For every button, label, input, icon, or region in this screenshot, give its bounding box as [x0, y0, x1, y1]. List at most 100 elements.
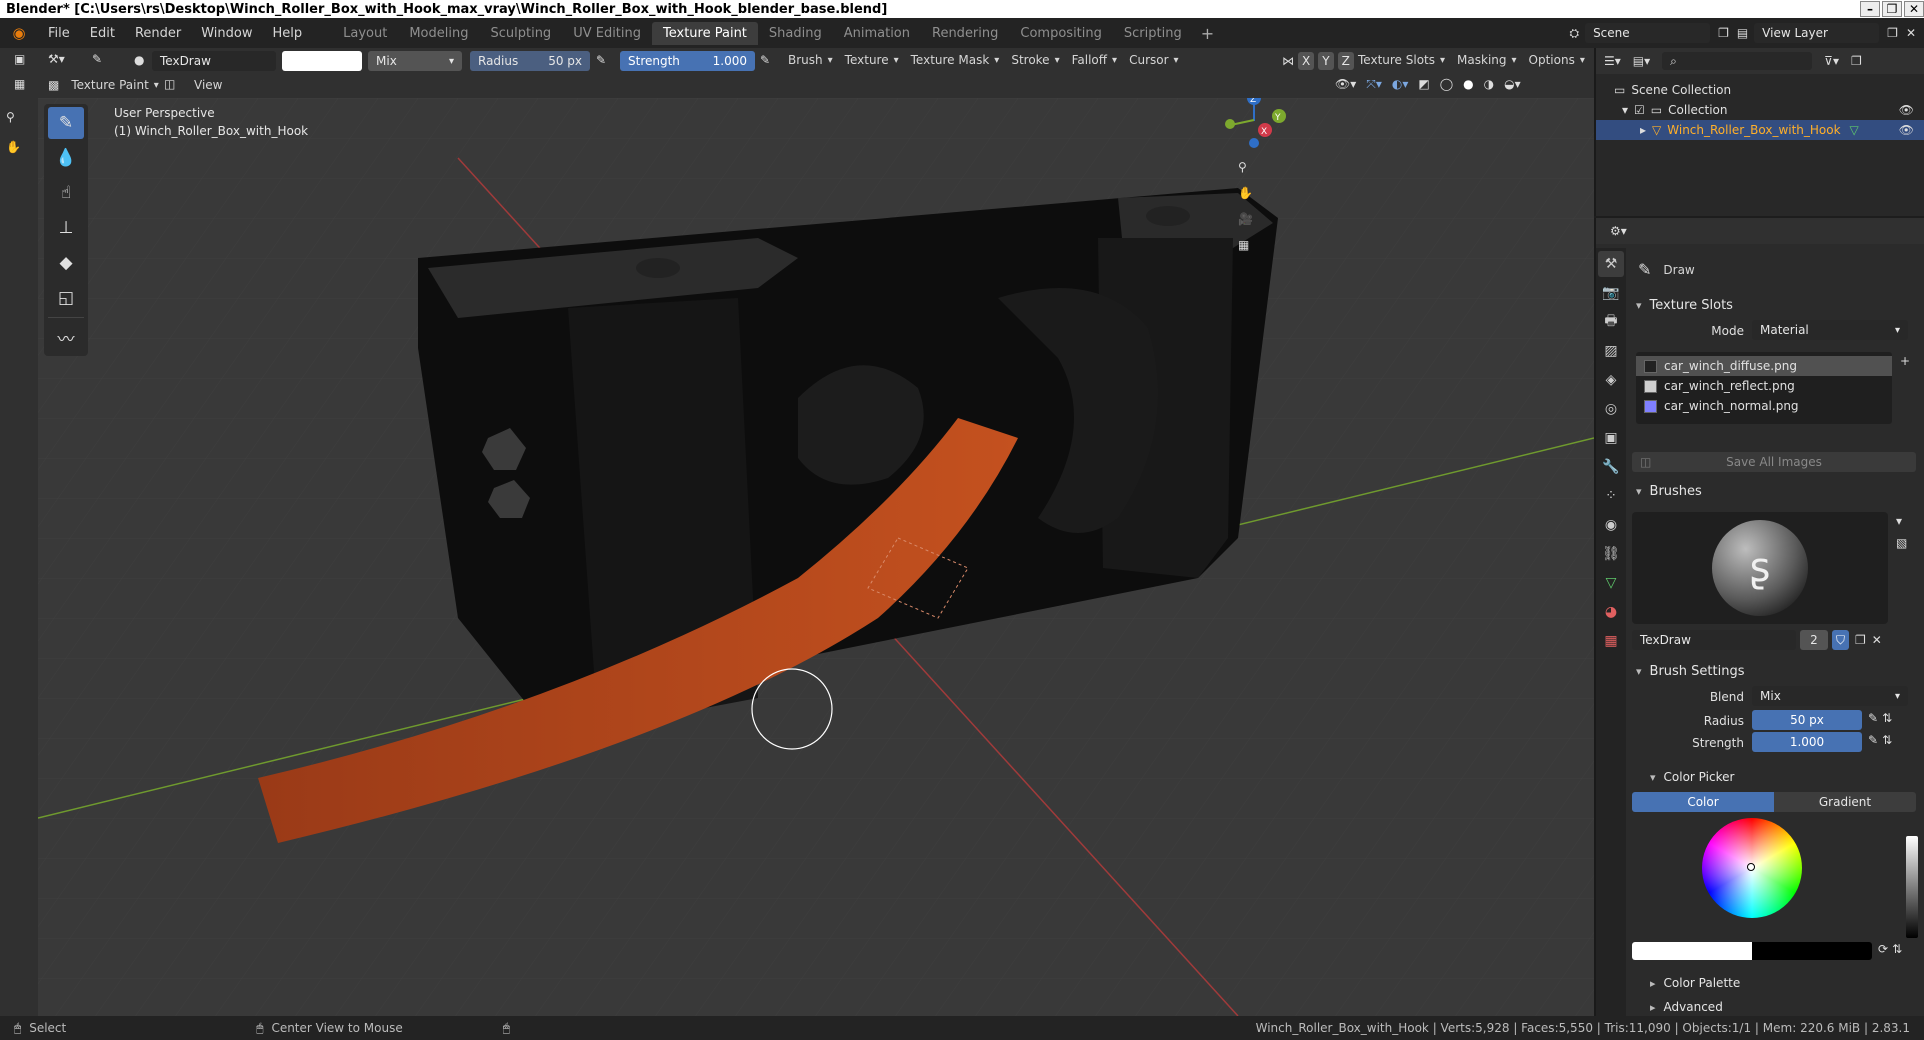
brush-color-swatch[interactable] — [282, 51, 362, 71]
texture-slots-panel-header[interactable]: Texture Slots — [1636, 298, 1733, 313]
tab-texture-paint[interactable]: Texture Paint — [652, 21, 758, 45]
display-mode-icon[interactable]: ▤▾ — [1633, 54, 1650, 68]
tab-uv-editing[interactable]: UV Editing — [562, 22, 652, 45]
texture-slot-item[interactable]: car_winch_diffuse.png — [1636, 356, 1892, 376]
slot-mode-dropdown[interactable]: Material ▾ — [1752, 320, 1908, 340]
outliner-scene-collection[interactable]: ▭ Scene Collection — [1596, 80, 1924, 100]
primary-color-swatch[interactable] — [1632, 942, 1752, 960]
add-workspace-icon[interactable]: + — [1193, 24, 1222, 43]
new-collection-icon[interactable]: ❐ — [1851, 54, 1862, 68]
tab-sculpting[interactable]: Sculpting — [479, 22, 562, 45]
tab-shading[interactable]: Shading — [758, 22, 833, 45]
gradient-mode-button[interactable]: Gradient — [1774, 792, 1916, 812]
view-menu[interactable]: View — [184, 78, 232, 92]
color-picker-subpanel-header[interactable]: Color Picker — [1650, 770, 1735, 784]
add-slot-icon[interactable]: + — [1900, 354, 1910, 369]
texture-menu[interactable]: Texture — [839, 51, 905, 69]
duplicate-brush-icon[interactable]: ❐ — [1855, 633, 1866, 647]
minimize-icon[interactable]: – — [1860, 1, 1880, 17]
expand-arrow-icon[interactable]: ▸ — [1640, 123, 1646, 137]
solid-shading-icon[interactable]: ● — [1463, 77, 1473, 92]
menu-edit[interactable]: Edit — [80, 26, 125, 41]
save-all-images-button[interactable]: ◫ Save All Images — [1632, 452, 1916, 472]
soften-tool[interactable]: 💧 — [48, 142, 84, 174]
strength-pressure-icon[interactable]: ✎ — [760, 53, 770, 68]
unified-color-icon[interactable]: ⇅ — [1892, 942, 1902, 956]
texture-slot-item[interactable]: car_winch_normal.png — [1636, 396, 1892, 416]
tab-modeling[interactable]: Modeling — [398, 22, 479, 45]
tab-animation[interactable]: Animation — [833, 22, 921, 45]
radius-pressure-icon[interactable]: ✎ — [596, 53, 606, 68]
view-layer-icon[interactable]: ▤ — [1737, 26, 1748, 40]
checkbox-icon[interactable]: ☑ — [1634, 103, 1645, 117]
ortho-grid-icon[interactable]: ▦ — [1238, 238, 1253, 252]
brush-settings-panel-header[interactable]: Brush Settings — [1636, 664, 1745, 679]
secondary-color-swatch[interactable] — [1752, 942, 1872, 960]
maximize-icon[interactable]: ❐ — [1882, 1, 1902, 17]
draw-tool[interactable]: ✎ — [48, 107, 84, 139]
mask-tool[interactable]: ◱ — [48, 282, 84, 314]
color-wheel[interactable] — [1702, 818, 1802, 918]
unified-size-icon[interactable]: ⇅ — [1882, 711, 1892, 725]
overlay-toggle-icon[interactable]: ◐▾ — [1392, 77, 1409, 92]
brush-blend-dropdown[interactable]: Mix ▾ — [1752, 686, 1908, 706]
brush-image-icon[interactable]: ▧ — [1896, 536, 1907, 550]
advanced-subpanel-header[interactable]: Advanced — [1650, 1000, 1723, 1014]
camera-icon[interactable]: 🎥 — [1238, 212, 1253, 226]
brush-users-count[interactable]: 2 — [1800, 630, 1828, 650]
gizmo-toggle-icon[interactable]: ⤧▾ — [1366, 77, 1382, 92]
texture-slot-item[interactable]: car_winch_reflect.png — [1636, 376, 1892, 396]
tab-rendering[interactable]: Rendering — [921, 22, 1009, 45]
scene-icon[interactable]: ⛭ — [1569, 26, 1579, 41]
swap-colors-icon[interactable]: ⟳ — [1878, 942, 1888, 956]
mirror-x-toggle[interactable]: X — [1298, 52, 1315, 70]
editor-type-icon[interactable]: ▣ — [14, 52, 25, 67]
properties-editor-icon[interactable]: ⚙▾ — [1610, 224, 1627, 238]
tool-tab-icon[interactable]: ⚒ — [1598, 251, 1624, 277]
options-menu[interactable]: Options — [1523, 51, 1591, 69]
color-wheel-cursor[interactable] — [1747, 863, 1755, 871]
chevron-down-icon[interactable]: ▾ — [1896, 514, 1907, 528]
texture-mask-menu[interactable]: Texture Mask — [905, 51, 1006, 69]
outliner-editor-icon[interactable]: ☰▾ — [1604, 54, 1621, 68]
view-layer-tab-icon[interactable]: ▨ — [1598, 338, 1624, 364]
scene-tab-icon[interactable]: ◈ — [1598, 367, 1624, 393]
data-tab-icon[interactable]: ▽ — [1598, 570, 1624, 596]
visibility-icon[interactable]: 👁▾ — [1335, 77, 1356, 92]
draw-brush-icon[interactable]: ✎ — [92, 52, 102, 67]
outliner-search-input[interactable]: ⌕ — [1662, 52, 1813, 70]
zoom-tool-icon[interactable]: ⚲ — [6, 110, 15, 125]
eye-icon[interactable]: 👁 — [1899, 103, 1914, 117]
fake-user-shield-icon[interactable]: ⛉ — [1832, 630, 1850, 650]
material-tab-icon[interactable]: ◕ — [1598, 599, 1624, 625]
wireframe-shading-icon[interactable]: ◯ — [1440, 77, 1453, 92]
clone-tool[interactable]: ⊥ — [48, 212, 84, 244]
rendered-shading-icon[interactable]: ◒▾ — [1504, 77, 1521, 92]
value-slider[interactable] — [1906, 836, 1918, 938]
cursor-menu[interactable]: Cursor — [1123, 51, 1184, 69]
particles-tab-icon[interactable]: ⁘ — [1598, 483, 1624, 509]
filter-icon[interactable]: ⊽▾ — [1824, 54, 1839, 68]
output-tab-icon[interactable]: 🖶 — [1598, 309, 1624, 335]
close-icon[interactable]: ✕ — [1904, 1, 1924, 17]
brush-menu[interactable]: Brush — [782, 51, 839, 69]
slot-paint-icon[interactable]: ◫ — [164, 77, 175, 92]
expand-arrow-icon[interactable]: ▾ — [1622, 103, 1628, 117]
blend-mode-dropdown[interactable]: Mix ▾ — [368, 51, 462, 71]
color-mode-button[interactable]: Color — [1632, 792, 1774, 812]
radius-slider[interactable]: Radius 50 px — [470, 51, 590, 71]
scene-selector[interactable]: Scene — [1585, 23, 1711, 43]
color-palette-subpanel-header[interactable]: Color Palette — [1650, 976, 1741, 990]
annotate-tool[interactable]: 〰 — [48, 321, 84, 353]
brush-datablock-name[interactable]: TexDraw — [1632, 630, 1796, 650]
tab-layout[interactable]: Layout — [332, 22, 398, 45]
fill-tool[interactable]: ◆ — [48, 247, 84, 279]
hand-tool-icon[interactable]: ✋ — [6, 140, 21, 155]
3d-viewport[interactable]: Z Y X User Perspective (1) Winch_Roller_… — [38, 98, 1594, 1016]
zoom-icon[interactable]: ⚲ — [1238, 160, 1253, 174]
tab-compositing[interactable]: Compositing — [1009, 22, 1113, 45]
falloff-menu[interactable]: Falloff — [1066, 51, 1123, 69]
stroke-menu[interactable]: Stroke — [1005, 51, 1065, 69]
strength-slider[interactable]: Strength 1.000 — [620, 51, 755, 71]
render-tab-icon[interactable]: 📷 — [1598, 280, 1624, 306]
